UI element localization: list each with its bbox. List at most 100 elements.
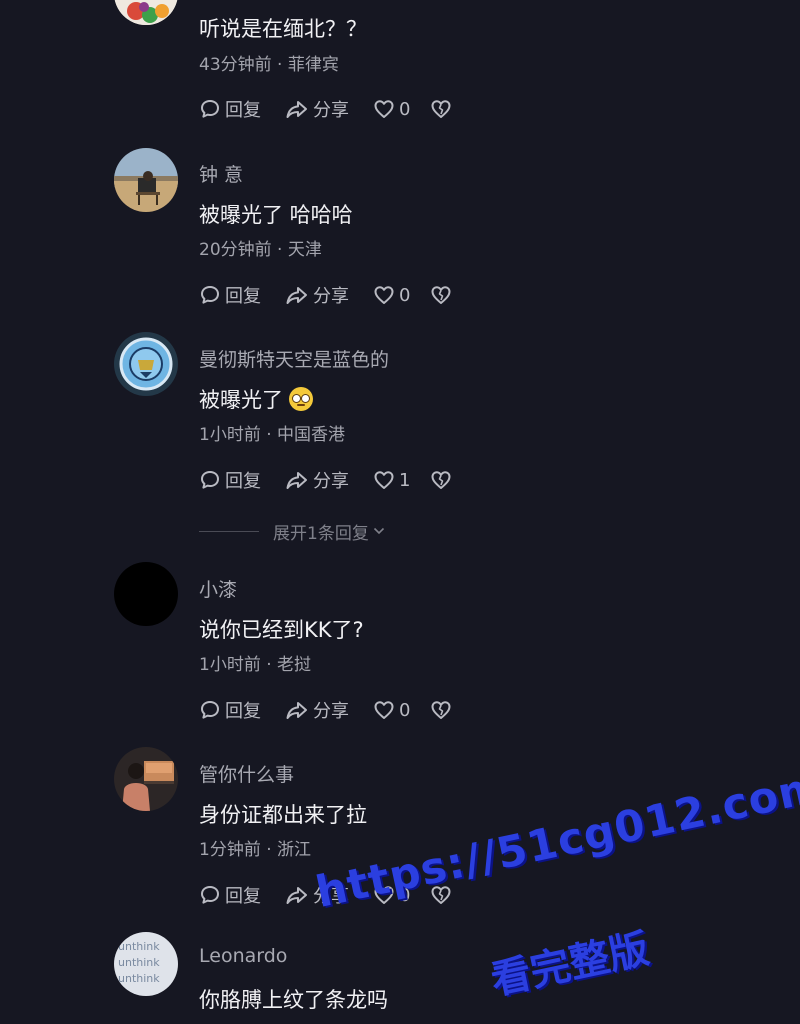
reply-icon [201, 100, 219, 118]
comment-meta: 1分钟前 · 浙江 [199, 835, 311, 860]
expand-replies-label: 展开1条回复 [273, 523, 369, 544]
expand-divider-line [199, 530, 259, 532]
share-button[interactable]: 分享 [285, 697, 373, 723]
comment-time: 1小时前 [199, 425, 261, 445]
desert-chair-avatar-image [114, 148, 178, 212]
reply-label: 回复 [225, 701, 261, 722]
watermark-url: https://51cg012.com [311, 761, 800, 918]
emoji-mouth [297, 404, 305, 406]
reply-label: 回复 [225, 471, 261, 492]
manchester-city-crest-avatar-image [114, 332, 178, 396]
comment-text: 说你已经到KK了? [199, 618, 364, 642]
share-label: 分享 [313, 100, 349, 121]
dislike-button[interactable] [430, 469, 452, 491]
share-button[interactable]: 分享 [285, 96, 373, 122]
share-label: 分享 [313, 471, 349, 492]
comment-text: 听说是在缅北？？ [199, 17, 367, 41]
like-count: 0 [399, 98, 411, 120]
avatar[interactable]: unthink unthink unthink [114, 932, 178, 996]
heart-icon [374, 286, 394, 304]
comment-time: 20分钟前 [199, 240, 272, 260]
comment-actions: 回复 分享 0 [199, 697, 452, 723]
meta-separator: · [266, 840, 278, 860]
fruit-avatar-image [114, 0, 178, 25]
comment-meta: 20分钟前 · 天津 [199, 235, 322, 260]
like-button[interactable]: 1 [373, 469, 430, 491]
reply-button[interactable]: 回复 [199, 882, 285, 908]
dislike-button[interactable] [430, 699, 452, 721]
broken-heart-icon [431, 701, 451, 719]
comment-actions: 回复 分享 0 [199, 282, 452, 308]
share-icon [286, 887, 307, 904]
reply-label: 回复 [225, 886, 261, 907]
comment-location: 菲律宾 [287, 55, 339, 75]
meta-separator: · [277, 240, 288, 260]
comment-actions: 回复 分享 0 [199, 96, 452, 122]
like-button[interactable]: 0 [373, 699, 430, 721]
like-button[interactable]: 0 [373, 98, 430, 120]
meta-separator: · [266, 425, 278, 445]
like-count: 1 [399, 469, 411, 491]
comment-location: 老挝 [277, 655, 312, 675]
rolling-eyes-emoji-icon [289, 387, 313, 411]
comment-text: 你胳膊上纹了条龙吗 [199, 988, 388, 1012]
like-count: 0 [399, 284, 411, 306]
dislike-button[interactable] [430, 284, 452, 306]
person-sunset-avatar-image [114, 747, 178, 811]
avatar[interactable] [114, 0, 178, 25]
comment-username[interactable]: Leonardo [199, 945, 287, 967]
svg-text:unthink: unthink [118, 972, 160, 985]
unthink-text-avatar-image: unthink unthink unthink [114, 932, 178, 996]
comment-meta: 1小时前 · 老挝 [199, 650, 311, 675]
dislike-button[interactable] [430, 98, 452, 120]
heart-icon [374, 701, 394, 719]
share-label: 分享 [313, 701, 349, 722]
expand-replies-button[interactable]: 展开1条回复 [199, 520, 386, 544]
reply-icon [201, 471, 219, 489]
reply-button[interactable]: 回复 [199, 467, 285, 493]
comment-location: 浙江 [277, 840, 312, 860]
reply-icon [201, 886, 219, 904]
comment-time: 1分钟前 [199, 840, 261, 860]
chevron-down-icon [373, 527, 384, 535]
avatar[interactable] [114, 332, 178, 396]
avatar[interactable] [114, 747, 178, 811]
watermark-subtitle: 看完整版 [487, 925, 654, 1005]
like-button[interactable]: 0 [373, 284, 430, 306]
avatar[interactable] [114, 562, 178, 626]
share-icon [286, 702, 307, 719]
share-button[interactable]: 分享 [285, 467, 373, 493]
reply-button[interactable]: 回复 [199, 282, 285, 308]
heart-icon [374, 471, 394, 489]
comment-username[interactable]: 管你什么事 [199, 760, 294, 787]
share-icon [286, 101, 307, 118]
reply-icon [201, 286, 219, 304]
svg-text:unthink: unthink [118, 956, 160, 969]
broken-heart-icon [431, 471, 451, 489]
share-icon [286, 472, 307, 489]
share-button[interactable]: 分享 [285, 282, 373, 308]
comment-text: 被曝光了 哈哈哈 [199, 203, 353, 227]
comment-text: 被曝光了 [199, 384, 313, 414]
share-icon [286, 287, 307, 304]
heart-icon [374, 100, 394, 118]
meta-separator: · [266, 655, 278, 675]
comment-username[interactable]: 曼彻斯特天空是蓝色的 [199, 345, 389, 372]
reply-button[interactable]: 回复 [199, 697, 285, 723]
svg-text:unthink: unthink [118, 940, 160, 953]
comment-meta: 43分钟前 · 菲律宾 [199, 50, 339, 75]
broken-heart-icon [431, 100, 451, 118]
comment-text: 身份证都出来了拉 [199, 803, 367, 827]
reply-label: 回复 [225, 286, 261, 307]
comment-username[interactable]: 小漆 [199, 575, 237, 602]
broken-heart-icon [431, 286, 451, 304]
comment-time: 43分钟前 [199, 55, 272, 75]
comment-username[interactable]: 钟 意 [199, 160, 243, 187]
comment-meta: 1小时前 · 中国香港 [199, 420, 345, 445]
share-label: 分享 [313, 286, 349, 307]
comment-text-content: 被曝光了 [199, 388, 283, 412]
avatar[interactable] [114, 148, 178, 212]
comment-location: 天津 [287, 240, 322, 260]
reply-button[interactable]: 回复 [199, 96, 285, 122]
comment-location: 中国香港 [277, 425, 346, 445]
